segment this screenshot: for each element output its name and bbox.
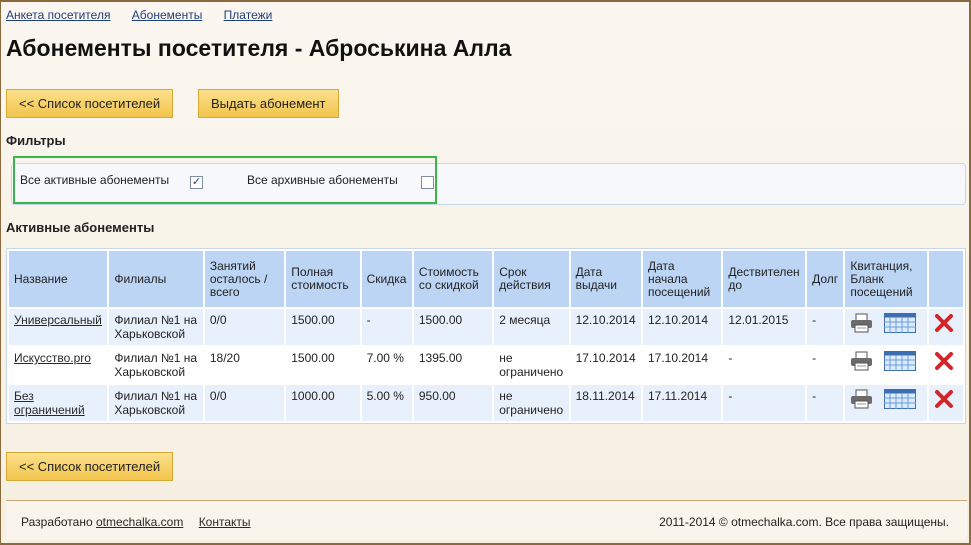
discounted-price-cell: 950.00 bbox=[413, 385, 493, 421]
col-name: Название bbox=[9, 251, 108, 307]
top-nav: Анкета посетителя Абонементы Платежи bbox=[6, 8, 290, 22]
table-header-row: Название Филиалы Занятий осталось / всег… bbox=[9, 251, 963, 307]
delete-x-icon[interactable] bbox=[934, 389, 954, 409]
col-issue-date: Дата выдачи bbox=[570, 251, 641, 307]
active-subscriptions-title: Активные абонементы bbox=[6, 220, 155, 235]
back-to-list-button[interactable]: << Список посетителей bbox=[6, 89, 174, 118]
printer-icon[interactable] bbox=[850, 313, 874, 333]
printer-icon[interactable] bbox=[850, 389, 874, 409]
actions-cell bbox=[928, 385, 963, 421]
col-valid-until: Дествителен до bbox=[723, 251, 806, 307]
filter-active-label: Все активные абонементы bbox=[20, 173, 170, 187]
footer-developer-link[interactable]: otmechalka.com bbox=[96, 515, 183, 529]
lessons-cell: 0/0 bbox=[204, 385, 285, 421]
col-full-price: Полная стоимость bbox=[286, 251, 360, 307]
valid-until-cell: - bbox=[723, 385, 806, 421]
full-price-cell: 1000.00 bbox=[286, 385, 360, 421]
discount-cell: 7.00 % bbox=[361, 347, 412, 383]
term-cell: не ограничено bbox=[494, 347, 569, 383]
table-row: Универсальный Филиал №1 на Харьковской 0… bbox=[9, 309, 963, 345]
discounted-price-cell: 1500.00 bbox=[413, 309, 493, 345]
lessons-cell: 18/20 bbox=[204, 347, 285, 383]
documents-cell bbox=[845, 347, 927, 383]
col-lessons: Занятий осталось / всего bbox=[204, 251, 285, 307]
debt-cell: - bbox=[807, 385, 844, 421]
footer-contacts-link[interactable]: Контакты bbox=[199, 515, 251, 529]
term-cell: 2 месяца bbox=[494, 309, 569, 345]
issue-subscription-button[interactable]: Выдать абонемент bbox=[198, 89, 339, 118]
nav-link-payments[interactable]: Платежи bbox=[224, 8, 273, 22]
subscriptions-table: Название Филиалы Занятий осталось / всег… bbox=[6, 248, 966, 424]
subscription-name-link[interactable]: Без ограничений bbox=[14, 389, 85, 417]
col-term: Срок действия bbox=[494, 251, 569, 307]
col-branches: Филиалы bbox=[109, 251, 203, 307]
nav-link-subscriptions[interactable]: Абонементы bbox=[132, 8, 203, 22]
discount-cell: 5.00 % bbox=[361, 385, 412, 421]
branch-cell: Филиал №1 на Харьковской bbox=[109, 309, 203, 345]
page-frame: Анкета посетителя Абонементы Платежи Або… bbox=[0, 0, 971, 545]
documents-cell bbox=[845, 385, 927, 421]
filter-active-checkbox[interactable]: ✓ bbox=[190, 176, 203, 189]
start-date-cell: 12.10.2014 bbox=[642, 309, 722, 345]
documents-cell bbox=[845, 309, 927, 345]
actions-cell bbox=[928, 309, 963, 345]
term-cell: не ограничено bbox=[494, 385, 569, 421]
issue-date-cell: 12.10.2014 bbox=[570, 309, 641, 345]
issue-date-cell: 18.11.2014 bbox=[570, 385, 641, 421]
start-date-cell: 17.10.2014 bbox=[642, 347, 722, 383]
full-price-cell: 1500.00 bbox=[286, 347, 360, 383]
start-date-cell: 17.11.2014 bbox=[642, 385, 722, 421]
table-row: Без ограничений Филиал №1 на Харьковской… bbox=[9, 385, 963, 421]
col-discounted-price: Стоимость со скидкой bbox=[413, 251, 493, 307]
delete-x-icon[interactable] bbox=[934, 313, 954, 333]
calendar-grid-icon[interactable] bbox=[883, 389, 916, 409]
full-price-cell: 1500.00 bbox=[286, 309, 360, 345]
footer-copyright: 2011-2014 © otmechalka.com. Все права за… bbox=[659, 515, 949, 529]
col-debt: Долг bbox=[807, 251, 844, 307]
printer-icon[interactable] bbox=[850, 351, 874, 371]
footer: Разработано otmechalka.com Контакты 2011… bbox=[6, 500, 967, 540]
table-row: Искусство.pro Филиал №1 на Харьковской 1… bbox=[9, 347, 963, 383]
actions-cell bbox=[928, 347, 963, 383]
valid-until-cell: 12.01.2015 bbox=[723, 309, 806, 345]
discount-cell: - bbox=[361, 309, 412, 345]
branch-cell: Филиал №1 на Харьковской bbox=[109, 385, 203, 421]
subscription-name-link[interactable]: Искусство.pro bbox=[14, 351, 91, 365]
delete-x-icon[interactable] bbox=[934, 351, 954, 371]
subscription-name-link[interactable]: Универсальный bbox=[14, 313, 102, 327]
filter-archived-label: Все архивные абонементы bbox=[247, 173, 398, 187]
discounted-price-cell: 1395.00 bbox=[413, 347, 493, 383]
back-to-list-button-bottom[interactable]: << Список посетителей bbox=[6, 452, 174, 481]
calendar-grid-icon[interactable] bbox=[883, 313, 916, 333]
debt-cell: - bbox=[807, 347, 844, 383]
branch-cell: Филиал №1 на Харьковской bbox=[109, 347, 203, 383]
nav-link-profile[interactable]: Анкета посетителя bbox=[6, 8, 110, 22]
col-documents: Квитанция, Бланк посещений bbox=[845, 251, 927, 307]
debt-cell: - bbox=[807, 309, 844, 345]
filters-title: Фильтры bbox=[6, 133, 66, 148]
issue-date-cell: 17.10.2014 bbox=[570, 347, 641, 383]
footer-developed-label: Разработано bbox=[21, 515, 93, 529]
valid-until-cell: - bbox=[723, 347, 806, 383]
col-actions bbox=[928, 251, 963, 307]
col-start-date: Дата начала посещений bbox=[642, 251, 722, 307]
lessons-cell: 0/0 bbox=[204, 309, 285, 345]
col-discount: Скидка bbox=[361, 251, 412, 307]
calendar-grid-icon[interactable] bbox=[883, 351, 916, 371]
footer-left: Разработано otmechalka.com Контакты bbox=[21, 515, 251, 529]
page-title: Абонементы посетителя - Аброськина Алла bbox=[6, 35, 512, 61]
filter-archived-checkbox[interactable] bbox=[421, 176, 434, 189]
